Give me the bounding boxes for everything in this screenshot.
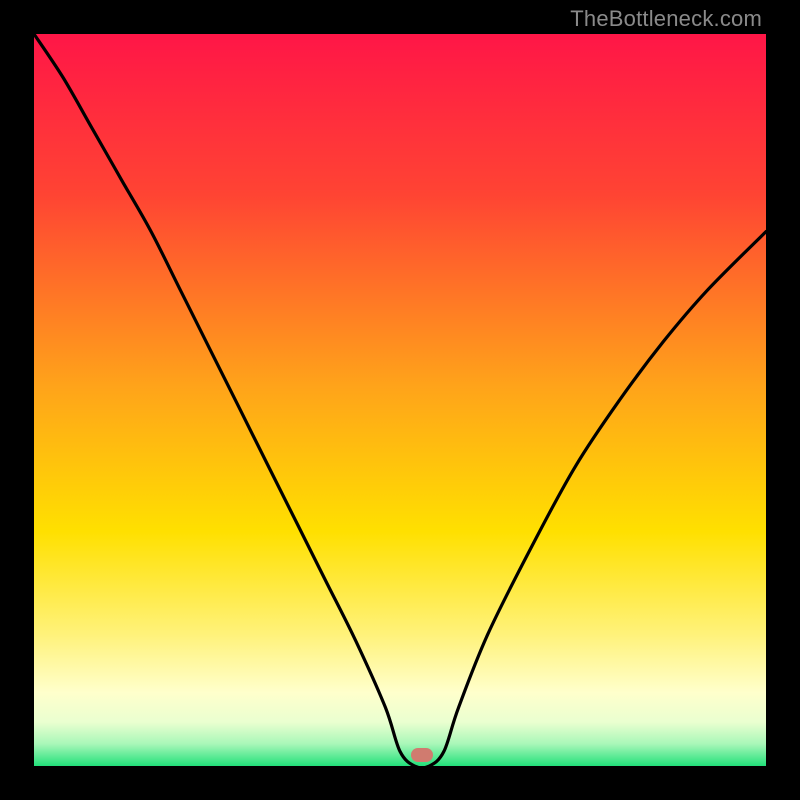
optimal-point-marker [411,748,433,762]
bottleneck-curve [34,34,766,766]
watermark-text: TheBottleneck.com [570,6,762,32]
bottleneck-curve-path [34,34,766,768]
chart-frame: TheBottleneck.com [0,0,800,800]
